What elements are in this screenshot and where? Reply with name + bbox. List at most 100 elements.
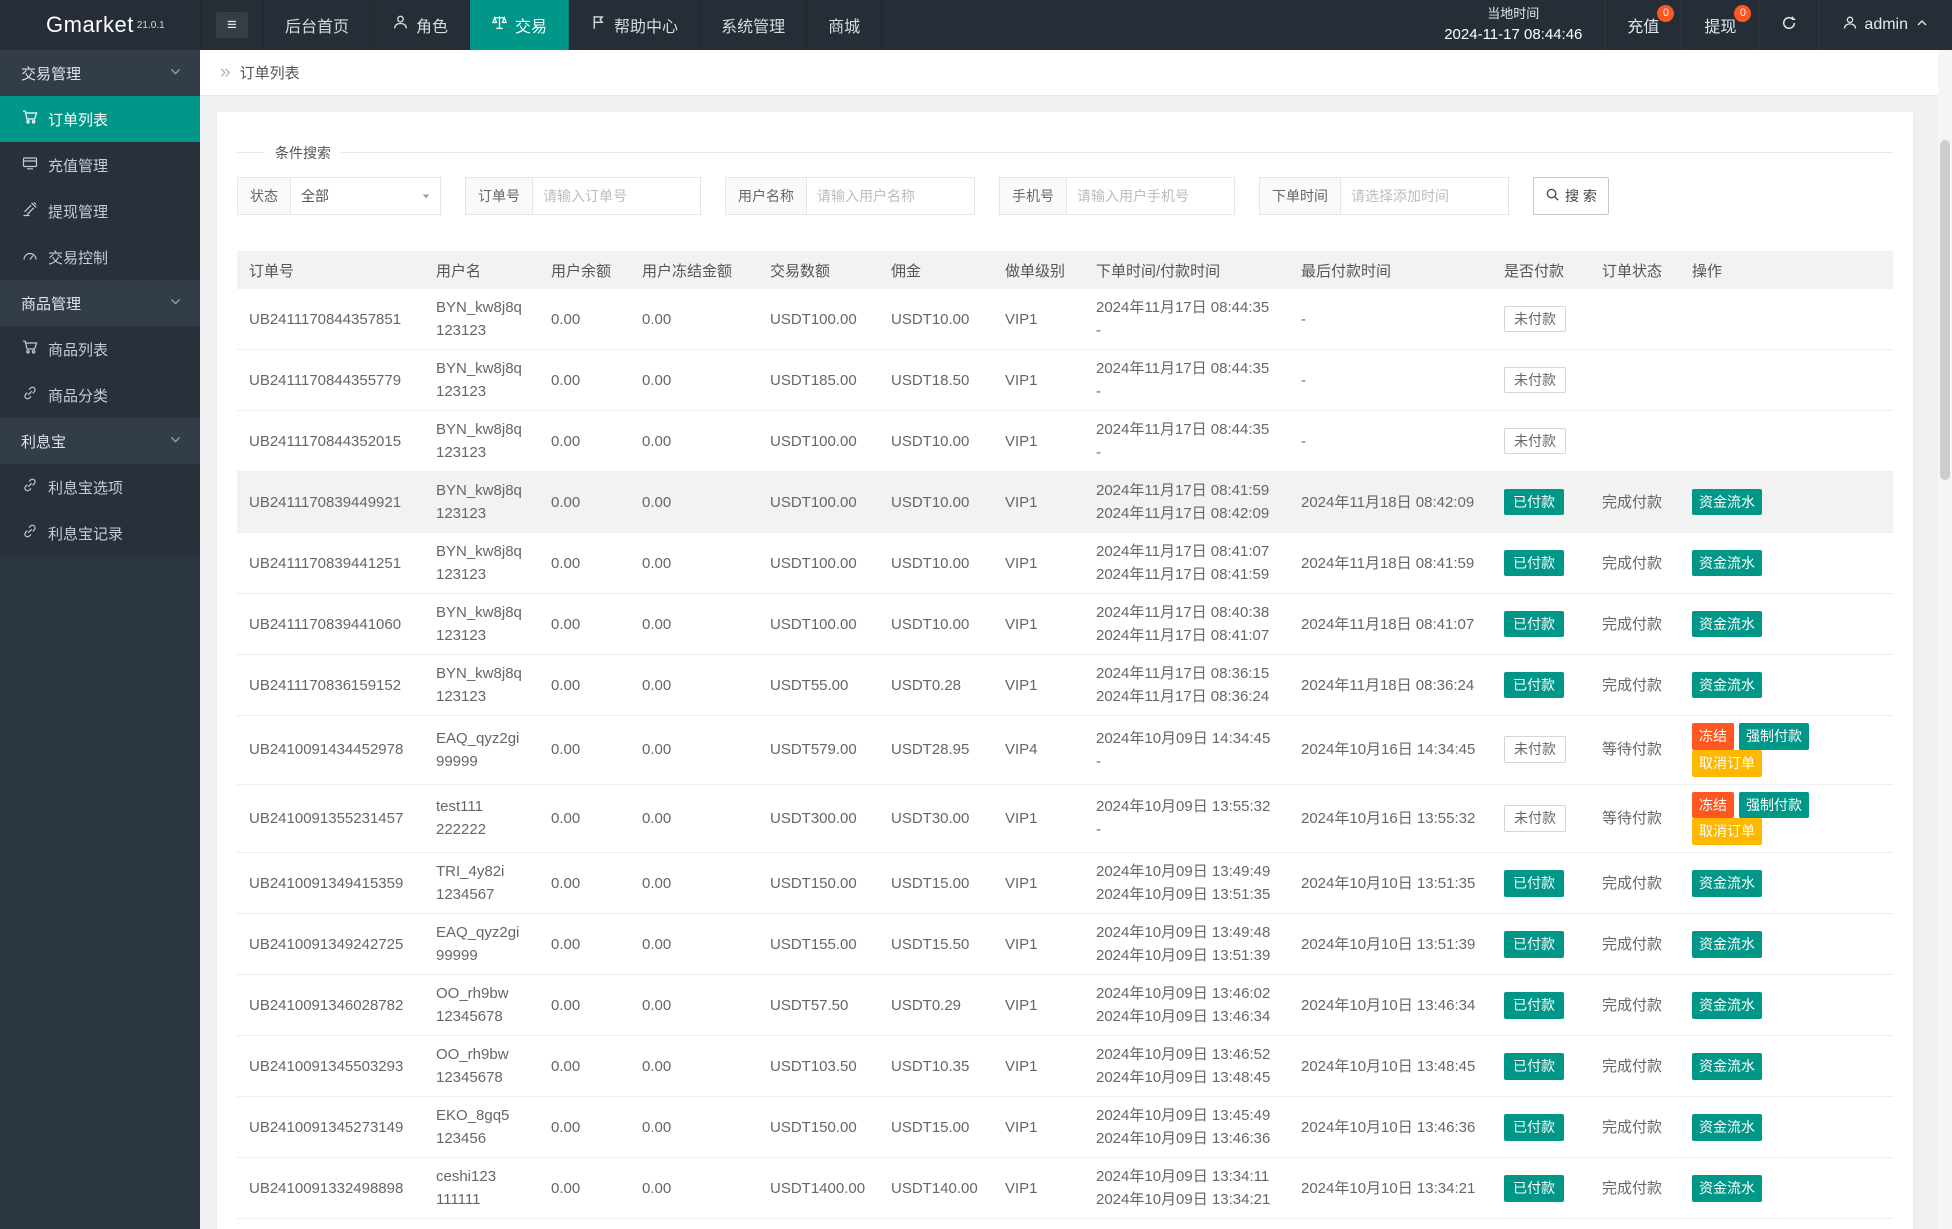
- page-scrollbar[interactable]: [1938, 50, 1952, 1229]
- order-time-filter: 下单时间: [1259, 177, 1509, 215]
- username-input[interactable]: [817, 188, 964, 204]
- search-button[interactable]: 搜 索: [1533, 177, 1609, 215]
- nav-item-help[interactable]: 帮助中心: [569, 0, 700, 50]
- action-cancel-button[interactable]: 取消订单: [1692, 818, 1762, 845]
- sidebar-item-label: 商品列表: [48, 339, 108, 360]
- account-text: 99999: [436, 944, 535, 967]
- scrollbar-thumb[interactable]: [1940, 140, 1950, 480]
- phone-input[interactable]: [1077, 188, 1224, 204]
- pay-time-text: -: [1096, 818, 1285, 841]
- sidebar-item-order-list[interactable]: 订单列表: [0, 96, 200, 142]
- username-cell: ceshi123 111111: [428, 1158, 543, 1219]
- amount-cell: USDT579.00: [762, 716, 883, 785]
- username-label: 用户名称: [725, 177, 807, 215]
- action-freeze-button[interactable]: 冻结: [1692, 792, 1734, 819]
- action-freeze-button[interactable]: 冻结: [1692, 723, 1734, 750]
- admin-menu[interactable]: admin: [1819, 0, 1952, 50]
- sidebar-item-goods-category[interactable]: 商品分类: [0, 372, 200, 418]
- order-time-cell: 2024年11月17日 08:36:15 2024年11月17日 08:36:2…: [1088, 655, 1293, 716]
- username-cell: ceshi123 111111: [428, 1219, 543, 1229]
- pay-state-cell: 已付款: [1496, 1158, 1594, 1219]
- main-content: » 订单列表 条件搜索 状态 全部 订单号: [200, 50, 1952, 1229]
- sidebar-group-goods[interactable]: 商品管理: [0, 280, 200, 326]
- sidebar-item-lixibao-records[interactable]: 利息宝记录: [0, 510, 200, 556]
- sidebar-group-lixibao[interactable]: 利息宝: [0, 418, 200, 464]
- action-flow-button[interactable]: 资金流水: [1692, 611, 1762, 638]
- nav-item-system[interactable]: 系统管理: [700, 0, 807, 50]
- pay-state-badge: 已付款: [1504, 870, 1564, 897]
- order-no-cell: UB2410091346028782: [237, 975, 428, 1036]
- pay-time-text: -: [1096, 441, 1285, 464]
- pay-state-cell: 已付款: [1496, 594, 1594, 655]
- scales-icon: [491, 14, 508, 36]
- sidebar: 交易管理 订单列表 充值管理 提现管理 交易控制 商品管理 商品列表 商品分类 …: [0, 50, 200, 1229]
- pay-state-cell: 已付款: [1496, 1036, 1594, 1097]
- username-text: EKO_8gq5: [436, 1104, 535, 1127]
- order-time-text: 2024年11月17日 08:44:35: [1096, 357, 1285, 380]
- actions-cell: 资金流水: [1684, 472, 1893, 533]
- sidebar-item-recharge-manage[interactable]: 充值管理: [0, 142, 200, 188]
- pay-time-text: 2024年11月17日 08:41:07: [1096, 624, 1285, 647]
- status-select[interactable]: 全部: [291, 177, 441, 215]
- pay-state-cell: 已付款: [1496, 472, 1594, 533]
- order-status-cell: 完成付款: [1594, 853, 1684, 914]
- action-flow-button[interactable]: 资金流水: [1692, 672, 1762, 699]
- refresh-button[interactable]: [1758, 0, 1819, 50]
- action-flow-button[interactable]: 资金流水: [1692, 931, 1762, 958]
- action-flow-button[interactable]: 资金流水: [1692, 1114, 1762, 1141]
- order-time-text: 2024年10月09日 13:34:11: [1096, 1165, 1285, 1188]
- nav-item-mall[interactable]: 商城: [807, 0, 882, 50]
- level-cell: VIP1: [997, 784, 1088, 853]
- action-flow-button[interactable]: 资金流水: [1692, 870, 1762, 897]
- select-caret-icon: [420, 190, 432, 202]
- last-pay-time-cell: 2024年11月18日 08:36:24: [1293, 655, 1496, 716]
- sidebar-item-withdraw-manage[interactable]: 提现管理: [0, 188, 200, 234]
- sidebar-toggle-wrap: ≡: [200, 0, 264, 50]
- sidebar-item-trade-control[interactable]: 交易控制: [0, 234, 200, 280]
- action-flow-button[interactable]: 资金流水: [1692, 1053, 1762, 1080]
- col-level: 做单级别: [997, 251, 1088, 289]
- action-flow-button[interactable]: 资金流水: [1692, 1175, 1762, 1202]
- sidebar-item-lixibao-options[interactable]: 利息宝选项: [0, 464, 200, 510]
- amount-cell: USDT100.00: [762, 594, 883, 655]
- action-cancel-button[interactable]: 取消订单: [1692, 750, 1762, 777]
- action-flow-button[interactable]: 资金流水: [1692, 489, 1762, 516]
- pay-state-badge: 已付款: [1504, 489, 1564, 516]
- pay-time-text: 2024年10月09日 13:51:39: [1096, 944, 1285, 967]
- card-icon: [22, 155, 38, 175]
- nav-item-dashboard[interactable]: 后台首页: [264, 0, 371, 50]
- level-cell: VIP1: [997, 289, 1088, 350]
- page-title: 订单列表: [240, 62, 300, 83]
- sidebar-item-goods-list[interactable]: 商品列表: [0, 326, 200, 372]
- chevron-down-icon: [169, 65, 182, 82]
- last-pay-time-cell: 2024年10月10日 13:51:39: [1293, 914, 1496, 975]
- hamburger-icon[interactable]: ≡: [216, 12, 248, 38]
- actions-cell: [1684, 350, 1893, 411]
- nav-item-roles[interactable]: 角色: [371, 0, 470, 50]
- recharge-button[interactable]: 充值 0: [1604, 0, 1681, 50]
- withdraw-button[interactable]: 提现 0: [1681, 0, 1758, 50]
- action-force-button[interactable]: 强制付款: [1739, 723, 1809, 750]
- order-time-text: 2024年11月17日 08:41:07: [1096, 540, 1285, 563]
- sidebar-group-trade[interactable]: 交易管理: [0, 50, 200, 96]
- level-cell: VIP1: [997, 472, 1088, 533]
- nav-item-trade[interactable]: 交易: [470, 0, 569, 50]
- action-flow-button[interactable]: 资金流水: [1692, 550, 1762, 577]
- order-no-cell: UB2410091345503293: [237, 1036, 428, 1097]
- pay-state-cell: 已付款: [1496, 655, 1594, 716]
- action-force-button[interactable]: 强制付款: [1739, 792, 1809, 819]
- pay-state-cell: 已付款: [1496, 1097, 1594, 1158]
- actions-cell: 资金流水: [1684, 533, 1893, 594]
- action-flow-button[interactable]: 资金流水: [1692, 992, 1762, 1019]
- search-button-label: 搜 索: [1565, 186, 1597, 206]
- level-cell: VIP1: [997, 655, 1088, 716]
- order-no-cell: UB2410091434452978: [237, 716, 428, 785]
- balance-cell: 0.00: [543, 411, 634, 472]
- balance-cell: 0.00: [543, 1097, 634, 1158]
- sidebar-item-label: 利息宝记录: [48, 523, 123, 544]
- order-time-cell: 2024年11月17日 08:44:35 -: [1088, 350, 1293, 411]
- order-no-cell: UB2411170839441060: [237, 594, 428, 655]
- pay-state-cell: 未付款: [1496, 716, 1594, 785]
- order-no-input[interactable]: [543, 188, 690, 204]
- order-time-input[interactable]: [1351, 188, 1498, 204]
